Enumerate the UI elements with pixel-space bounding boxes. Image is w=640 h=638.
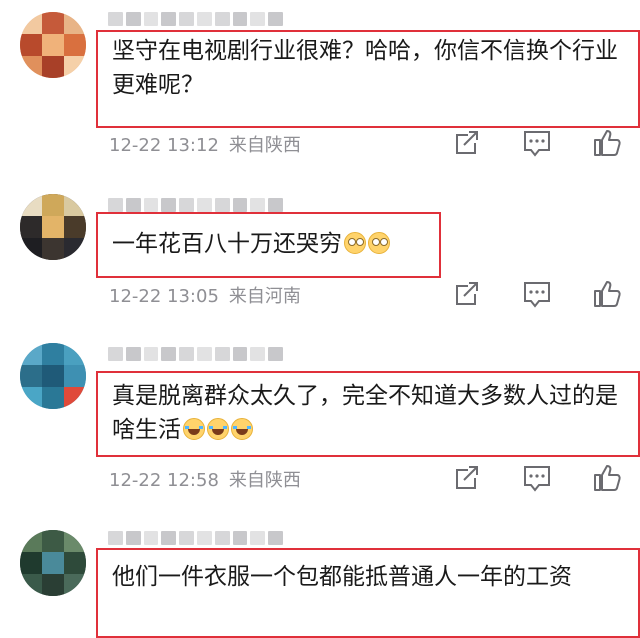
comment-icon[interactable] <box>522 279 552 309</box>
like-icon[interactable] <box>592 128 622 158</box>
avatar[interactable] <box>20 12 86 78</box>
laugh-cry-emoji <box>231 418 253 440</box>
comment-location: 来自河南 <box>228 286 301 307</box>
comment-meta: 12-22 12:58 来自陕西 <box>109 466 301 492</box>
comment-text: 坚守在电视剧行业很难？哈哈，你信不信换个行业更难呢？ <box>112 38 618 98</box>
comment-text-box: 坚守在电视剧行业很难？哈哈，你信不信换个行业更难呢？ <box>96 30 640 128</box>
like-icon[interactable] <box>592 463 622 493</box>
comment-text-box: 他们一件衣服一个包都能抵普通人一年的工资 <box>96 548 640 638</box>
avatar[interactable] <box>20 343 86 409</box>
comment-text: 一年花百八十万还哭穷 <box>112 231 342 257</box>
comment-icon[interactable] <box>522 128 552 158</box>
comment-location: 来自陕西 <box>228 470 301 491</box>
comment-actions <box>452 463 622 493</box>
username[interactable] <box>108 530 283 546</box>
comment-text-box: 一年花百八十万还哭穷 <box>96 212 441 278</box>
comment-location: 来自陕西 <box>228 135 301 156</box>
eye-roll-emoji <box>368 232 390 254</box>
share-icon[interactable] <box>452 279 482 309</box>
comment-time: 12-22 13:05 <box>109 286 219 307</box>
comment-time: 12-22 12:58 <box>109 470 219 491</box>
laugh-cry-emoji <box>183 418 205 440</box>
comment-meta: 12-22 13:12 来自陕西 <box>109 131 301 157</box>
username[interactable] <box>108 197 283 213</box>
like-icon[interactable] <box>592 279 622 309</box>
laugh-cry-emoji <box>207 418 229 440</box>
comment-actions <box>452 128 622 158</box>
comment-actions <box>452 279 622 309</box>
eye-roll-emoji <box>344 232 366 254</box>
avatar[interactable] <box>20 530 86 596</box>
comment-meta: 12-22 13:05 来自河南 <box>109 282 301 308</box>
username[interactable] <box>108 11 283 27</box>
comment-text: 他们一件衣服一个包都能抵普通人一年的工资 <box>112 564 572 590</box>
comment-text-box: 真是脱离群众太久了，完全不知道大多数人过的是啥生活 <box>96 371 640 457</box>
comment-time: 12-22 13:12 <box>109 135 219 156</box>
username[interactable] <box>108 346 283 362</box>
share-icon[interactable] <box>452 128 482 158</box>
comment-icon[interactable] <box>522 463 552 493</box>
avatar[interactable] <box>20 194 86 260</box>
share-icon[interactable] <box>452 463 482 493</box>
